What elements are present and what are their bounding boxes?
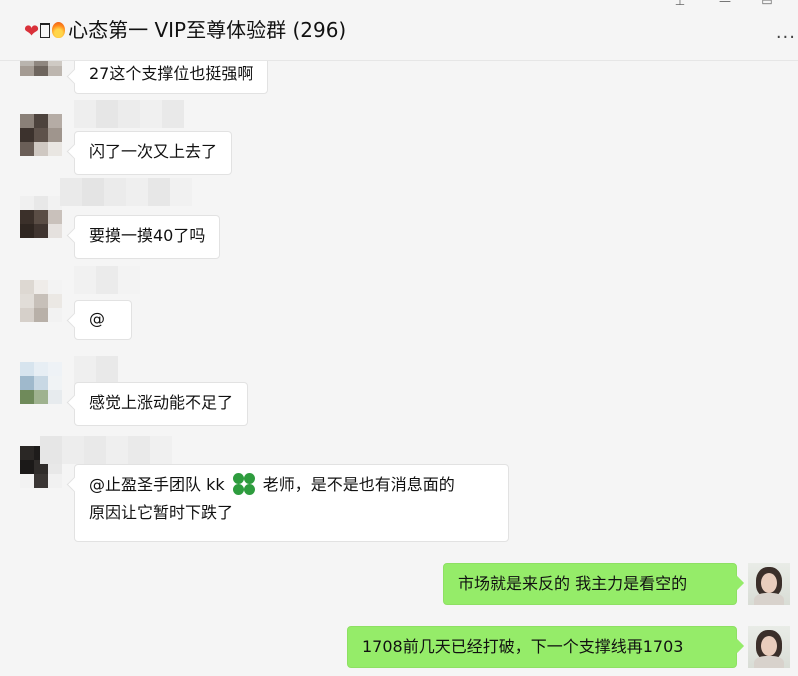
message-text: 27这个支撑位也挺强啊 (89, 64, 254, 83)
message-text: @ (89, 309, 105, 328)
unsupported-glyph-icon (40, 23, 51, 38)
message-text: 市场就是来反的 我主力是看空的 (458, 574, 688, 593)
avatar[interactable] (20, 114, 62, 156)
four-leaf-clover-icon (232, 472, 256, 496)
message-text: 闪了一次又上去了 (89, 142, 218, 161)
sender-name-blurred (74, 100, 206, 128)
heart-icon: ❤ (24, 21, 40, 42)
message-bubble[interactable]: @止盈圣手团队 kk 老师，是不是也有消息面的 原因让它暂时下跌了 (74, 464, 509, 542)
fire-icon (52, 22, 66, 38)
chat-title[interactable]: ❤ 心态第一 VIP至尊体验群 (296) (24, 17, 346, 45)
chat-title-bar: ❤ 心态第一 VIP至尊体验群 (296) ⊥ — ▭ ··· (0, 0, 798, 61)
message-bubble[interactable]: 要摸一摸40了吗 (74, 215, 221, 259)
message-bubble-outgoing[interactable]: 1708前几天已经打破，下一个支撑线再1703 (347, 626, 737, 668)
my-avatar[interactable] (748, 626, 790, 668)
avatar[interactable] (20, 280, 62, 322)
message-bubble[interactable]: @ (74, 300, 132, 340)
maximize-icon[interactable]: — (716, 0, 734, 8)
avatar[interactable] (20, 60, 62, 76)
avatar[interactable] (20, 362, 62, 404)
message-bubble-outgoing[interactable]: 市场就是来反的 我主力是看空的 (443, 563, 737, 605)
message-bubble[interactable]: 感觉上涨动能不足了 (74, 382, 249, 426)
message-bubble[interactable]: 闪了一次又上去了 (74, 131, 233, 175)
message-text: @止盈圣手团队 kk (89, 475, 225, 494)
avatar[interactable] (20, 196, 62, 238)
sender-name-blurred (74, 356, 206, 384)
chat-title-text: 心态第一 VIP至尊体验群 (296) (68, 18, 347, 42)
more-icon[interactable]: ··· (776, 27, 796, 48)
sender-name-blurred (40, 436, 172, 464)
message-line: 原因让它暂时下跌了 (89, 503, 234, 522)
close-icon[interactable]: ▭ (758, 0, 776, 8)
message-list[interactable]: 27这个支撑位也挺强啊 闪了一次又上去了 要摸一摸40了吗 @ 感觉上涨动能不足… (0, 60, 798, 676)
minimize-icon[interactable]: ⊥ (671, 0, 689, 8)
message-bubble[interactable]: 27这个支撑位也挺强啊 (74, 60, 269, 94)
sender-name-blurred (60, 178, 192, 206)
message-text: 1708前几天已经打破，下一个支撑线再1703 (362, 637, 684, 656)
message-line: @止盈圣手团队 kk 老师，是不是也有消息面的 (89, 471, 494, 499)
message-text: 老师，是不是也有消息面的 (257, 475, 455, 494)
message-text: 要摸一摸40了吗 (89, 226, 206, 245)
my-avatar[interactable] (748, 563, 790, 605)
sender-name-blurred (74, 266, 206, 294)
message-text: 感觉上涨动能不足了 (89, 393, 234, 412)
